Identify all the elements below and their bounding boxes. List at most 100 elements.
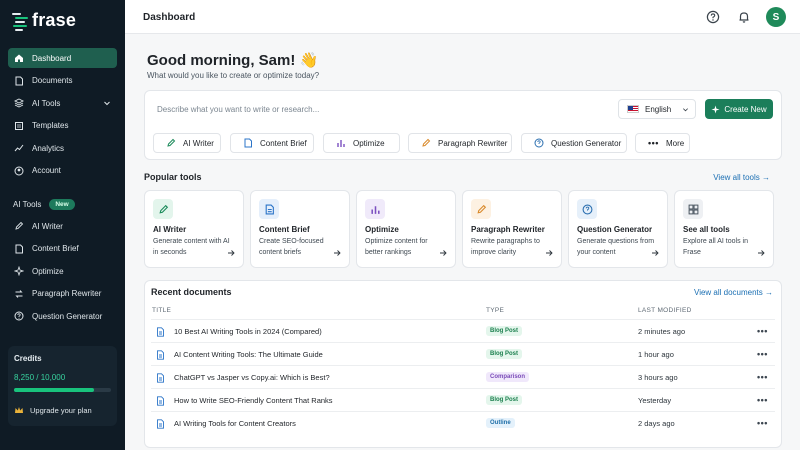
more-options-icon[interactable]: ••• xyxy=(757,326,768,336)
tool-card-optimize[interactable]: Optimize Optimize content for better ran… xyxy=(356,190,456,268)
document-last-modified: Yesterday xyxy=(638,396,672,405)
table-row[interactable]: 10 Best AI Writing Tools in 2024 (Compar… xyxy=(151,319,775,342)
document-last-modified: 2 days ago xyxy=(638,419,675,428)
tool-card-question-generator[interactable]: Question Generator Generate questions fr… xyxy=(568,190,668,268)
frase-logo-icon xyxy=(12,12,28,31)
bell-icon[interactable] xyxy=(737,10,751,24)
pen-icon xyxy=(153,199,173,219)
more-options-icon[interactable]: ••• xyxy=(757,372,768,382)
sidebar-item-documents[interactable]: Documents xyxy=(8,71,117,91)
help-icon[interactable] xyxy=(706,10,720,24)
new-badge: New xyxy=(49,199,75,210)
sidebar-item-label: AI Tools xyxy=(32,98,61,108)
sidebar-item-ai-tools[interactable]: AI Tools xyxy=(8,93,117,113)
chip-label: Question Generator xyxy=(551,138,622,148)
sidebar-tool-optimize[interactable]: Optimize xyxy=(8,261,117,281)
upgrade-plan-link[interactable]: Upgrade your plan xyxy=(14,406,111,415)
tool-card-name: Question Generator xyxy=(577,225,653,234)
ai-tools-heading: AI Tools New xyxy=(13,199,75,210)
document-icon xyxy=(14,76,24,86)
table-row[interactable]: AI Writing Tools for Content Creators Ou… xyxy=(151,411,775,434)
sidebar-item-analytics[interactable]: Analytics xyxy=(8,138,117,158)
template-icon xyxy=(14,121,24,131)
sidebar-tool-question-generator[interactable]: Question Generator xyxy=(8,306,117,326)
tool-card-description: Rewrite paragraphs to improve clarity xyxy=(471,238,540,256)
column-header-type: TYPE xyxy=(486,307,505,314)
grid-icon xyxy=(683,199,703,219)
credits-panel: Credits 8,250 / 10,000 Upgrade your plan xyxy=(8,346,117,426)
document-title[interactable]: AI Content Writing Tools: The Ultimate G… xyxy=(174,350,323,359)
page-title: Dashboard xyxy=(143,12,196,23)
sidebar-tool-paragraph-rewriter[interactable]: Paragraph Rewriter xyxy=(8,284,117,304)
popular-tools-title: Popular tools xyxy=(144,172,202,182)
main-nav: Dashboard Documents AI Tools Templates A… xyxy=(8,48,117,184)
sidebar-item-label: Paragraph Rewriter xyxy=(32,289,102,299)
tool-card-see-all-tools[interactable]: See all tools Explore all AI tools in Fr… xyxy=(674,190,774,268)
view-all-documents-link[interactable]: View all documents → xyxy=(694,288,773,297)
prompt-input[interactable] xyxy=(157,102,607,116)
arrow-right-icon xyxy=(334,250,341,256)
upgrade-plan-label: Upgrade your plan xyxy=(30,406,92,415)
document-title[interactable]: AI Writing Tools for Content Creators xyxy=(174,419,296,428)
sidebar-item-templates[interactable]: Templates xyxy=(8,116,117,136)
sidebar-tool-content-brief[interactable]: Content Brief xyxy=(8,239,117,259)
document-title[interactable]: How to Write SEO-Friendly Content That R… xyxy=(174,396,333,405)
chip-label: Paragraph Rewriter xyxy=(438,138,508,148)
document-type-badge: Blog Post xyxy=(486,326,522,336)
chip-ai-writer[interactable]: AI Writer xyxy=(153,133,221,153)
recent-documents-card: Recent documents View all documents → TI… xyxy=(144,280,782,448)
view-all-tools-link[interactable]: View all tools → xyxy=(713,173,770,182)
main-content: Good morning, Sam! 👋 What would you like… xyxy=(125,34,800,450)
tool-card-name: Paragraph Rewriter xyxy=(471,225,545,234)
sidebar-item-dashboard[interactable]: Dashboard xyxy=(8,48,117,68)
chip-paragraph-rewriter[interactable]: Paragraph Rewriter xyxy=(408,133,512,153)
optimize-icon xyxy=(337,140,345,147)
avatar[interactable]: S xyxy=(766,7,786,27)
more-options-icon[interactable]: ••• xyxy=(757,349,768,359)
tool-card-content-brief[interactable]: Content Brief Create SEO-focused content… xyxy=(250,190,350,268)
sidebar-item-label: Templates xyxy=(32,121,69,131)
pen-icon xyxy=(14,221,24,231)
sidebar-tool-ai-writer[interactable]: AI Writer xyxy=(8,216,117,236)
create-new-button[interactable]: Create New xyxy=(705,99,773,119)
optimize-icon xyxy=(14,266,24,277)
credits-title: Credits xyxy=(14,354,42,363)
arrow-right-icon xyxy=(228,250,235,256)
layers-icon xyxy=(14,98,24,108)
top-bar: Dashboard S xyxy=(125,0,800,34)
chip-optimize[interactable]: Optimize xyxy=(323,133,400,153)
sidebar-item-label: Analytics xyxy=(32,143,65,153)
document-icon xyxy=(14,244,24,254)
question-icon xyxy=(534,138,544,148)
tool-card-name: Content Brief xyxy=(259,225,310,234)
tool-card-description: Generate content with AI in seconds xyxy=(153,238,230,256)
document-icon xyxy=(259,199,279,219)
tool-card-name: See all tools xyxy=(683,225,730,234)
document-title[interactable]: ChatGPT vs Jasper vs Copy.ai: Which is B… xyxy=(174,373,330,382)
document-last-modified: 3 hours ago xyxy=(638,373,678,382)
chevron-down-icon[interactable] xyxy=(103,99,111,107)
document-icon xyxy=(157,350,164,360)
chip-content-brief[interactable]: Content Brief xyxy=(230,133,314,153)
chip-more[interactable]: ••• More xyxy=(635,133,690,153)
table-row[interactable]: AI Content Writing Tools: The Ultimate G… xyxy=(151,342,775,365)
table-row[interactable]: How to Write SEO-Friendly Content That R… xyxy=(151,388,775,411)
logo[interactable]: frase xyxy=(12,10,76,31)
prompt-card: English Create New AI Writer Content Bri… xyxy=(144,90,782,160)
home-icon xyxy=(14,53,24,63)
table-row[interactable]: ChatGPT vs Jasper vs Copy.ai: Which is B… xyxy=(151,365,775,388)
more-options-icon[interactable]: ••• xyxy=(757,418,768,428)
document-icon xyxy=(157,396,164,406)
sidebar-item-account[interactable]: Account xyxy=(8,161,117,181)
question-icon xyxy=(14,311,24,321)
chevron-down-icon xyxy=(683,108,688,112)
language-select[interactable]: English xyxy=(618,99,696,119)
tool-card-ai-writer[interactable]: AI Writer Generate content with AI in se… xyxy=(144,190,244,268)
tool-card-description: Explore all AI tools in Frase xyxy=(683,238,748,256)
document-title[interactable]: 10 Best AI Writing Tools in 2024 (Compar… xyxy=(174,327,322,336)
tool-card-paragraph-rewriter[interactable]: Paragraph Rewriter Rewrite paragraphs to… xyxy=(462,190,562,268)
ai-tools-nav: AI Writer Content Brief Optimize Paragra… xyxy=(8,216,117,329)
chip-question-generator[interactable]: Question Generator xyxy=(521,133,627,153)
tool-card-description: Create SEO-focused content briefs xyxy=(259,238,324,256)
more-options-icon[interactable]: ••• xyxy=(757,395,768,405)
